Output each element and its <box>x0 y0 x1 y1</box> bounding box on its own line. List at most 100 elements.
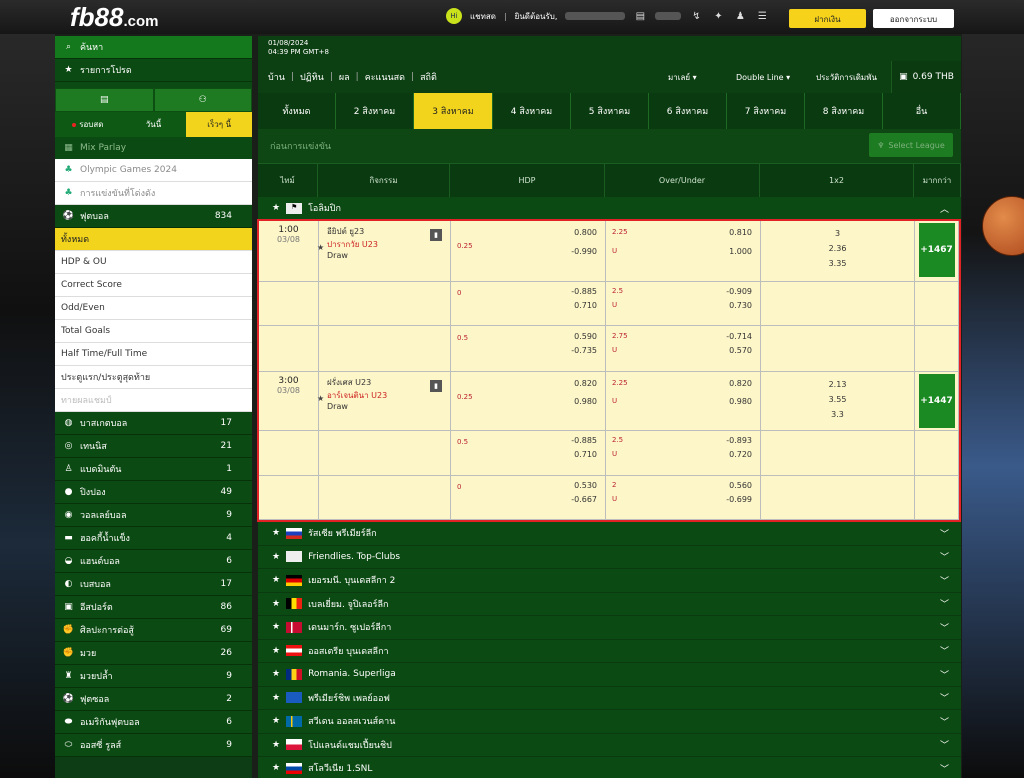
home-win-odds[interactable]: 3 <box>761 226 914 241</box>
league-row-slovenia[interactable]: ★ สโลวีเนีย 1.SNL ﹀ <box>258 757 961 778</box>
hdp-home-odds[interactable]: -0.885 <box>571 436 597 445</box>
under-odds[interactable]: 1.000 <box>729 247 752 256</box>
chevron-down-icon[interactable]: ﹀ <box>940 668 949 681</box>
over-odds[interactable]: 0.560 <box>729 481 752 490</box>
under-odds[interactable]: 0.730 <box>729 301 752 310</box>
date-tab-4[interactable]: 5 สิงหาคม <box>571 93 649 129</box>
draw-odds[interactable]: 3.3 <box>761 407 914 422</box>
sidebar-item-wrestling[interactable]: ♜ มวยปล้ำ 9 <box>55 665 252 688</box>
sidebar-item-futsal[interactable]: ⚽ ฟุตซอล 2 <box>55 688 252 711</box>
football-sub-4[interactable]: Total Goals <box>55 320 252 343</box>
date-tab-8[interactable]: อื่น <box>883 93 961 129</box>
ou-cell[interactable]: 2.25 U 0.820 0.980 <box>606 372 761 430</box>
1x2-cell[interactable]: 3 2.36 3.35 <box>761 221 915 281</box>
football-sub-1[interactable]: HDP & OU <box>55 251 252 274</box>
star-icon[interactable]: ★ <box>272 716 280 726</box>
league-header-olympics[interactable]: ★ ⚑ โอลิมปิก ︿ <box>258 197 961 219</box>
more-markets-button[interactable]: +1447 <box>918 374 955 428</box>
tv-view-icon[interactable]: ⚇ <box>153 88 252 112</box>
chevron-down-icon[interactable]: ﹀ <box>940 527 949 540</box>
1x2-cell[interactable] <box>761 431 915 475</box>
chevron-down-icon[interactable]: ﹀ <box>940 715 949 728</box>
chat-view-icon[interactable]: ▤ <box>55 88 154 112</box>
hdp-away-odds[interactable]: -0.990 <box>571 247 597 256</box>
promo-icon[interactable]: ✦ <box>711 10 725 22</box>
hdp-away-odds[interactable]: -0.667 <box>571 495 597 504</box>
wallet-icon[interactable]: ▤ <box>633 10 647 22</box>
hdp-cell[interactable]: 0.25 0.800 -0.990 <box>451 221 606 281</box>
sidebar-item-basketball[interactable]: ◍ บาสเกตบอล 17 <box>55 412 252 435</box>
hdp-cell[interactable]: 0.25 0.820 0.980 <box>451 372 606 430</box>
hdp-cell[interactable]: 0 0.530 -0.667 <box>451 476 606 519</box>
star-icon[interactable]: ★ <box>272 646 280 656</box>
chevron-down-icon[interactable]: ﹀ <box>940 738 949 751</box>
star-icon[interactable]: ★ <box>272 669 280 679</box>
sidebar-item-volleyball[interactable]: ◉ วอลเลย์บอล 9 <box>55 504 252 527</box>
under-odds[interactable]: 0.720 <box>729 450 752 459</box>
hdp-away-odds[interactable]: 0.710 <box>574 450 597 459</box>
more-markets-button[interactable]: +1467 <box>918 223 955 277</box>
nav-stats[interactable]: สถิติ <box>420 70 437 84</box>
home-win-odds[interactable]: 2.13 <box>761 377 914 392</box>
under-odds[interactable]: 0.980 <box>729 397 752 406</box>
draw-odds[interactable]: 3.35 <box>761 256 914 271</box>
nav-results[interactable]: ผล <box>339 70 350 84</box>
league-row-germany[interactable]: ★ เยอรมนี. บุนเดสลีกา 2 ﹀ <box>258 569 961 593</box>
line-type-dropdown[interactable]: Double Line ▾ <box>736 73 790 82</box>
league-row-poland[interactable]: ★ โปแลนด์แชมเปี้ยนชิป ﹀ <box>258 733 961 757</box>
football-sub-6[interactable]: ประตูแรก/ประตูสุดท้าย <box>55 366 252 389</box>
1x2-cell[interactable] <box>761 476 915 519</box>
league-row-belgium[interactable]: ★ เบลเยี่ยม. จูปิเลอร์ลีก ﹀ <box>258 592 961 616</box>
hdp-home-odds[interactable]: -0.885 <box>571 287 597 296</box>
over-odds[interactable]: -0.714 <box>726 332 752 341</box>
hdp-away-odds[interactable]: -0.735 <box>571 346 597 355</box>
football-sub-7[interactable]: ทายผลแชมป์ <box>55 389 252 412</box>
star-icon[interactable]: ★ <box>317 394 324 403</box>
logo[interactable]: fb88.com <box>70 2 158 33</box>
date-tab-1[interactable]: 2 สิงหาคม <box>336 93 414 129</box>
date-tab-6[interactable]: 7 สิงหาคม <box>727 93 805 129</box>
ou-cell[interactable]: 2.75 U -0.714 0.570 <box>606 326 761 371</box>
logout-button[interactable]: ออกจากระบบ <box>873 9 954 28</box>
under-odds[interactable]: -0.699 <box>726 495 752 504</box>
sidebar-item-tennis[interactable]: ◎ เทนนิส 21 <box>55 435 252 458</box>
away-win-odds[interactable]: 3.55 <box>761 392 914 407</box>
league-row-austria[interactable]: ★ ออสเตรีย บุนเดสลีกา ﹀ <box>258 639 961 663</box>
1x2-cell[interactable]: 2.13 3.55 3.3 <box>761 372 915 430</box>
favorites-row[interactable]: ★ รายการโปรด <box>55 59 252 82</box>
chat-icon[interactable]: Hi <box>446 8 462 24</box>
date-tab-7[interactable]: 8 สิงหาคม <box>805 93 883 129</box>
date-tab-3[interactable]: 4 สิงหาคม <box>493 93 571 129</box>
refresh-icon[interactable]: ↯ <box>689 10 703 22</box>
ou-cell[interactable]: 2.25 U 0.810 1.000 <box>606 221 761 281</box>
over-odds[interactable]: 0.820 <box>729 379 752 388</box>
tab-today[interactable]: วันนี้ <box>121 112 187 137</box>
hdp-home-odds[interactable]: 0.590 <box>574 332 597 341</box>
league-row-denmark[interactable]: ★ เดนมาร์ก. ซูเปอร์ลีกา ﹀ <box>258 616 961 640</box>
chevron-down-icon[interactable]: ﹀ <box>940 762 949 775</box>
sidebar-item-badminton[interactable]: ♙ แบดมินตัน 1 <box>55 458 252 481</box>
tab-soon[interactable]: เร็วๆ นี้ <box>186 112 253 137</box>
list-icon[interactable]: ☰ <box>755 10 769 22</box>
chevron-down-icon[interactable]: ﹀ <box>940 550 949 563</box>
bet-history-link[interactable]: ประวัติการเดิมพัน <box>816 71 877 84</box>
olympic-games-item[interactable]: ♣ Olympic Games 2024 <box>55 159 252 182</box>
hdp-away-odds[interactable]: 0.980 <box>574 397 597 406</box>
hdp-home-odds[interactable]: 0.800 <box>574 228 597 237</box>
league-row-romania[interactable]: ★ Romania. Superliga ﹀ <box>258 663 961 687</box>
sidebar-item-aussie-rules[interactable]: ⬭ ออสซี่ รูลส์ 9 <box>55 734 252 757</box>
hdp-away-odds[interactable]: 0.710 <box>574 301 597 310</box>
star-icon[interactable]: ★ <box>272 203 280 213</box>
chevron-down-icon[interactable]: ﹀ <box>940 644 949 657</box>
star-icon[interactable]: ★ <box>272 575 280 585</box>
football-sub-0[interactable]: ทั้งหมด <box>55 228 252 251</box>
1x2-cell[interactable] <box>761 282 915 325</box>
chevron-down-icon[interactable]: ﹀ <box>940 597 949 610</box>
over-odds[interactable]: -0.909 <box>726 287 752 296</box>
hdp-cell[interactable]: 0.5 0.590 -0.735 <box>451 326 606 371</box>
date-tab-0[interactable]: ทั้งหมด <box>258 93 336 129</box>
league-row-russia[interactable]: ★ รัสเซีย พรีเมียร์ลีก ﹀ <box>258 522 961 546</box>
select-league-button[interactable]: ♆ Select League <box>869 133 953 157</box>
ou-cell[interactable]: 2.5 U -0.909 0.730 <box>606 282 761 325</box>
1x2-cell[interactable] <box>761 326 915 371</box>
